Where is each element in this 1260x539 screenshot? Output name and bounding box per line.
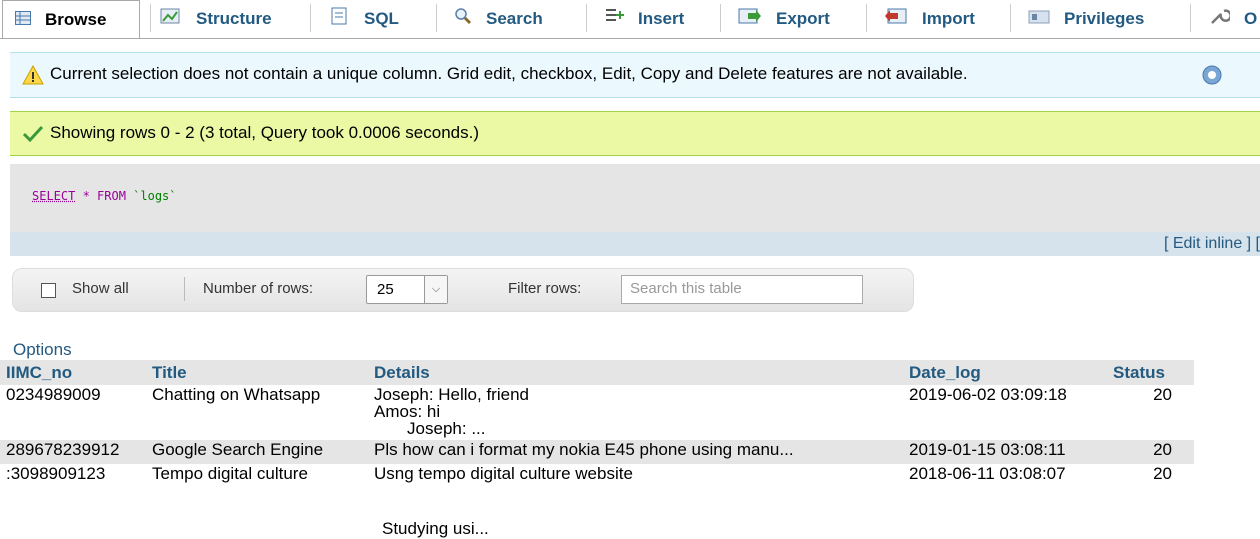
tab-operations[interactable]: O (1208, 0, 1257, 37)
cell-iimc-no: 0234989009 (6, 385, 101, 404)
column-header-details[interactable]: Details (368, 360, 903, 385)
tab-search-label: Search (486, 8, 543, 28)
sql-icon (330, 6, 350, 31)
cell-title: Tempo digital culture (152, 464, 308, 483)
cell-status: 20 (1153, 464, 1172, 483)
cell-iimc-no: 289678239912 (0, 440, 146, 464)
cell-details: Usng tempo digital culture website (374, 464, 633, 483)
tab-insert[interactable]: Insert (604, 0, 684, 37)
results-table: IIMC_no Title Details Date_log Status 02… (0, 360, 1194, 488)
column-header-title[interactable]: Title (146, 360, 368, 385)
sql-edit-bar: [ Edit inline ] [ (10, 232, 1260, 256)
wrench-icon (1208, 6, 1232, 31)
cell-title: Google Search Engine (146, 440, 368, 464)
tab-privileges[interactable]: Privileges (1028, 0, 1144, 37)
rows-label: Number of rows: (203, 280, 314, 297)
show-all-checkbox[interactable] (41, 283, 56, 298)
cell-details: Joseph: Hello, friend Amos: hi Joseph: .… (368, 385, 903, 440)
query-success-message: Showing rows 0 - 2 (3 total, Query took … (10, 111, 1260, 156)
tab-insert-label: Insert (638, 8, 685, 28)
notice-text: Current selection does not contain a uni… (50, 64, 968, 83)
sql-code: SELECT * FROM `logs` (32, 189, 177, 203)
export-icon (738, 7, 762, 30)
options-link[interactable]: Options (13, 340, 72, 360)
cell-date-log: 2018-06-11 03:08:07 (909, 464, 1066, 483)
tab-search[interactable]: Search (454, 0, 543, 37)
cell-date-log: 2019-01-15 03:08:11 (903, 440, 1107, 464)
tab-browse[interactable]: Browse (2, 0, 140, 38)
structure-icon (160, 7, 182, 30)
tab-structure[interactable]: Structure (160, 0, 272, 37)
success-text: Showing rows 0 - 2 (3 total, Query took … (50, 123, 480, 142)
cell-details: Pls how can i format my nokia E45 phone … (368, 440, 903, 464)
table-header-row: IIMC_no Title Details Date_log Status (0, 360, 1194, 385)
import-icon (884, 7, 908, 30)
top-tab-bar: Browse Structure SQL Search Insert Expor… (0, 0, 1260, 39)
tab-import-label: Import (922, 8, 975, 28)
warning-icon (22, 64, 44, 90)
divider (184, 277, 185, 301)
filter-rows-input[interactable] (622, 276, 864, 301)
cell-status: 20 (1107, 440, 1194, 464)
tab-sql-label: SQL (364, 8, 399, 28)
edit-inline-link[interactable]: [ Edit inline ] [ (1164, 235, 1260, 253)
details-line: Joseph: Hello, friend (374, 385, 529, 404)
table-row: :3098909123 Tempo digital culture Usng t… (0, 464, 1194, 488)
tab-export[interactable]: Export (738, 0, 830, 37)
details-line: Joseph: ... (374, 419, 486, 438)
details-line: Studying usi... (382, 519, 489, 538)
sql-query-box: SELECT * FROM `logs` (10, 164, 1260, 232)
tab-sql[interactable]: SQL (330, 0, 399, 37)
filter-rows-field[interactable] (621, 275, 864, 304)
tab-privileges-label: Privileges (1064, 8, 1145, 28)
show-all-label: Show all (72, 280, 129, 297)
sql-table-name: `logs` (133, 189, 177, 203)
cell-date-log: 2019-06-02 03:09:18 (909, 385, 1067, 404)
table-icon (15, 10, 31, 30)
tab-export-label: Export (776, 8, 830, 28)
column-header-status[interactable]: Status (1107, 360, 1194, 385)
column-header-iimc-no[interactable]: IIMC_no (0, 360, 146, 385)
tab-import[interactable]: Import (884, 0, 975, 37)
sql-keyword-select[interactable]: SELECT (32, 189, 75, 203)
unique-column-notice: Current selection does not contain a uni… (10, 52, 1260, 98)
table-row: 0234989009 Chatting on Whatsapp Joseph: … (0, 385, 1194, 440)
chevron-down-icon: ⌵ (424, 276, 447, 303)
privileges-icon (1028, 9, 1050, 29)
sql-middle: * FROM (75, 189, 134, 203)
search-icon (454, 7, 472, 30)
cell-status: 20 (1153, 385, 1172, 404)
rows-per-page-select[interactable]: 25 ⌵ (366, 275, 448, 304)
table-row: 289678239912 Google Search Engine Pls ho… (0, 440, 1194, 464)
tab-browse-label: Browse (45, 9, 107, 29)
rows-per-page-value: 25 (377, 281, 394, 298)
checkmark-icon (22, 124, 44, 147)
details-line: Amos: hi (374, 402, 441, 421)
filter-rows-label: Filter rows: (508, 280, 582, 297)
insert-icon (604, 7, 624, 30)
cell-iimc-no: :3098909123 (6, 464, 106, 483)
help-icon[interactable] (1202, 65, 1222, 90)
cell-title: Chatting on Whatsapp (152, 385, 321, 404)
tab-structure-label: Structure (196, 8, 272, 28)
table-navigation-bar: Show all Number of rows: 25 ⌵ Filter row… (12, 268, 914, 312)
tab-operations-label: O (1244, 8, 1258, 28)
column-header-date-log[interactable]: Date_log (903, 360, 1107, 385)
